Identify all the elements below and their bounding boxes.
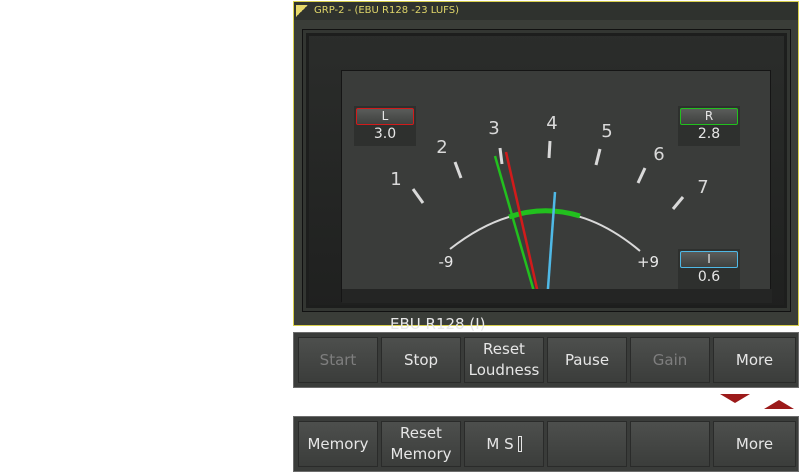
- toolbar-primary: Start Stop Reset Loudness Pause Gain Mor…: [293, 332, 799, 388]
- scale-label-4: 4: [546, 113, 557, 134]
- scale-label-7: 7: [697, 177, 708, 198]
- meter-face: 1 2 3 4 5 6 7 -9 +9 L 3.0 R 2.8 I 0.6 EB…: [341, 70, 772, 333]
- reset-memory-button-label: Reset Memory: [390, 424, 452, 463]
- scale-tick-1: [411, 188, 425, 204]
- start-button-label: Start: [319, 350, 357, 369]
- meter-bezel: 1 2 3 4 5 6 7 -9 +9 L 3.0 R 2.8 I 0.6 EB…: [302, 29, 791, 333]
- channel-r-label: R: [680, 108, 738, 125]
- scale-label-2: 2: [436, 137, 447, 158]
- gain-button[interactable]: Gain: [630, 337, 710, 383]
- meter-mode-label: EBU R128 (I): [390, 315, 486, 333]
- ms-button[interactable]: M S: [464, 421, 544, 467]
- channel-r-box: R 2.8: [678, 106, 740, 146]
- empty-button-1[interactable]: [547, 421, 627, 467]
- scale-label-1: 1: [390, 169, 401, 190]
- window-title: GRP-2 - (EBU R128 -23 LUFS): [314, 5, 459, 16]
- channel-i-value: 0.6: [697, 269, 721, 285]
- toolbar-secondary: Memory Reset Memory M S More: [293, 416, 799, 472]
- reset-loudness-button[interactable]: Reset Loudness: [464, 337, 544, 383]
- reset-memory-button[interactable]: Reset Memory: [381, 421, 461, 467]
- scale-label-6: 6: [653, 144, 664, 165]
- range-min-label: -9: [439, 253, 454, 271]
- loudness-meter-window: GRP-2 - (EBU R128 -23 LUFS) 1 2 3 4 5 6 …: [293, 1, 799, 333]
- channel-i-label: I: [680, 251, 738, 268]
- gain-button-label: Gain: [652, 350, 688, 369]
- window-title-bar: GRP-2 - (EBU R128 -23 LUFS): [294, 2, 798, 20]
- screen: GRP-2 - (EBU R128 -23 LUFS) 1 2 3 4 5 6 …: [0, 0, 800, 474]
- ms-button-label: M S: [486, 434, 514, 453]
- channel-l-value: 3.0: [373, 126, 397, 142]
- pause-button[interactable]: Pause: [547, 337, 627, 383]
- stop-button[interactable]: Stop: [381, 337, 461, 383]
- scale-tick-6: [636, 167, 647, 184]
- memory-button[interactable]: Memory: [298, 421, 378, 467]
- scale-tick-2: [453, 161, 463, 179]
- empty-button-2[interactable]: [630, 421, 710, 467]
- memory-button-label: Memory: [307, 434, 369, 453]
- scale-tick-4: [547, 140, 552, 159]
- needle-r: [493, 155, 539, 303]
- scale-tick-7: [671, 196, 685, 210]
- ms-indicator-icon: [517, 436, 522, 452]
- scale-label-3: 3: [488, 118, 499, 139]
- channel-r-value: 2.8: [697, 126, 721, 142]
- scale-tick-3: [498, 147, 504, 165]
- range-arc: [449, 210, 641, 252]
- corner-flag-icon: [296, 5, 308, 17]
- channel-l-label: L: [356, 108, 414, 125]
- channel-i-box: I 0.6: [678, 249, 740, 289]
- needle-l: [504, 151, 542, 303]
- scale-label-5: 5: [601, 121, 612, 142]
- more-button-primary[interactable]: More: [713, 337, 796, 383]
- range-max-label: +9: [637, 253, 659, 271]
- page-up-arrow-icon[interactable]: [764, 400, 794, 409]
- pause-button-label: Pause: [564, 350, 610, 369]
- more-button-secondary-label: More: [735, 434, 774, 453]
- reset-loudness-button-label: Reset Loudness: [468, 340, 540, 379]
- channel-l-box: L 3.0: [354, 106, 416, 146]
- stop-button-label: Stop: [403, 350, 439, 369]
- start-button[interactable]: Start: [298, 337, 378, 383]
- page-down-arrow-icon[interactable]: [720, 394, 750, 403]
- more-button-primary-label: More: [735, 350, 774, 369]
- more-button-secondary[interactable]: More: [713, 421, 796, 467]
- scale-tick-5: [594, 148, 602, 166]
